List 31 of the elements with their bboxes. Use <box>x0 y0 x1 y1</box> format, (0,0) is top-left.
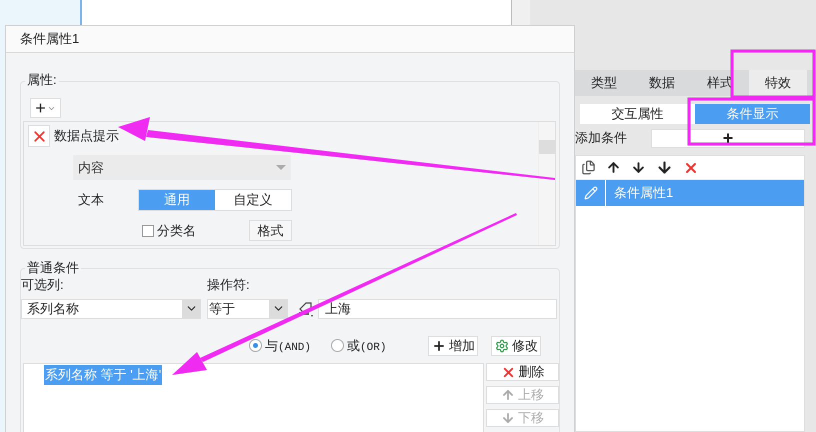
plus-icon <box>432 338 446 353</box>
operator-label: 操作符: <box>207 276 250 294</box>
category-checkbox-label: 分类名 <box>157 222 196 240</box>
scrollbar-thumb[interactable] <box>539 140 555 154</box>
panel-tab[interactable]: 特效 <box>749 70 807 96</box>
caret-icon <box>276 165 286 170</box>
text-mode-option[interactable]: 自定义 <box>215 190 291 210</box>
logic-radio[interactable] <box>331 339 344 352</box>
gear-icon <box>494 338 509 353</box>
add-property-button[interactable]: + <box>30 98 61 118</box>
column-label: 可选列: <box>21 276 65 294</box>
format-button[interactable]: 格式 <box>249 220 292 241</box>
operator-select[interactable]: 等于 <box>207 298 288 318</box>
column-select[interactable]: 系列名称 <box>21 298 201 318</box>
text-label: 文本 <box>78 191 105 210</box>
property-name: 数据点提示 <box>54 127 119 146</box>
dialog-title: 条件属性1 <box>6 26 574 53</box>
properties-legend: 属性: <box>25 72 59 88</box>
category-checkbox[interactable] <box>142 224 154 236</box>
logic-radio[interactable] <box>249 339 262 352</box>
copy-icon[interactable] <box>581 160 596 175</box>
conditions-legend: 普通条件 <box>25 260 81 276</box>
pencil-icon <box>584 186 598 200</box>
remove-property-button[interactable] <box>28 125 50 147</box>
add-condition-rule-button[interactable]: 增加 <box>428 336 478 356</box>
add-condition-label: 添加条件 <box>575 129 628 148</box>
value-field[interactable]: 上海 <box>318 298 557 318</box>
move-up-icon[interactable] <box>606 160 621 175</box>
edit-condition-button[interactable]: 修改 <box>491 336 542 356</box>
move-down-icon[interactable] <box>631 160 646 175</box>
list-action-button[interactable]: 删除 <box>486 363 559 381</box>
